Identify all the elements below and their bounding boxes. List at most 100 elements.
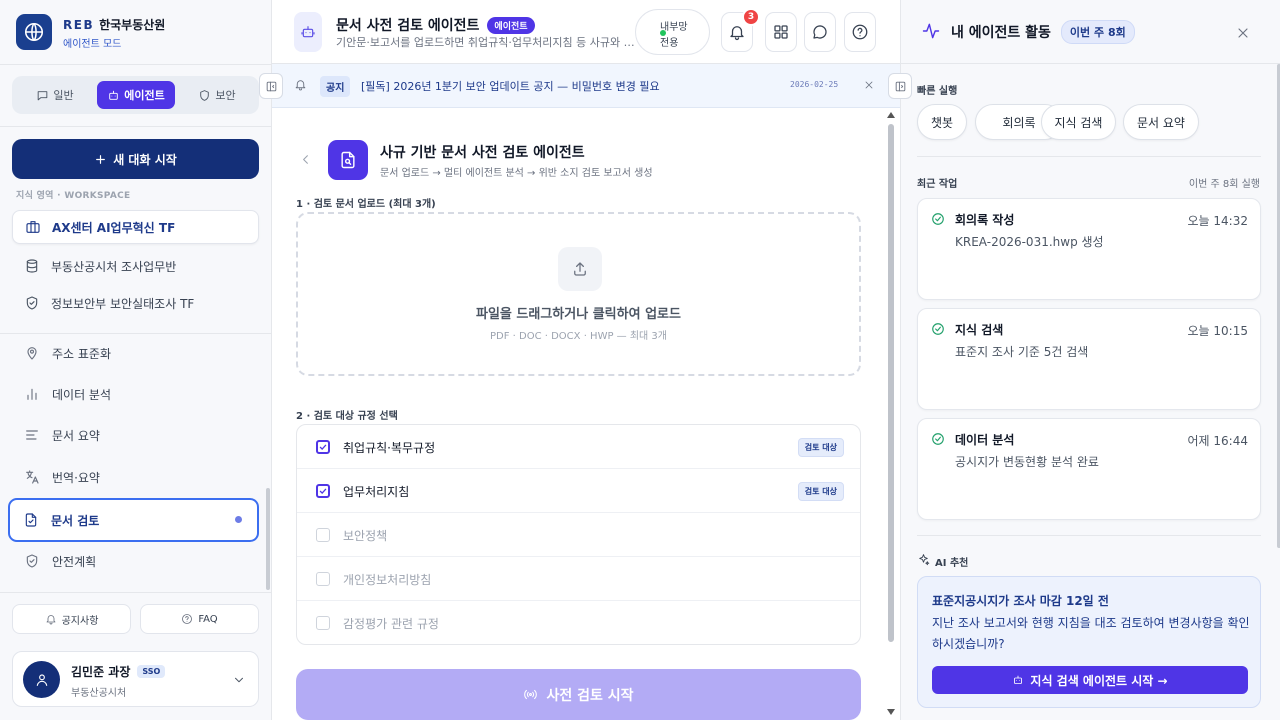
user-name-row: 김민준 과장 SSO xyxy=(71,663,166,680)
notice-date: 2026-02-25 xyxy=(790,80,839,89)
new-chat-button[interactable]: 새 대화 시작 xyxy=(12,139,259,179)
sidebar-scrollbar[interactable] xyxy=(266,488,270,590)
active-dot xyxy=(235,516,242,523)
activity-desc: 표준지 조사 기준 5건 검색 xyxy=(955,345,1089,359)
rule-item-guidelines[interactable]: 업무처리지침 검토 대상 xyxy=(297,469,860,513)
start-review-button[interactable]: 사전 검토 시작 xyxy=(296,669,861,720)
nav-item-label: 주소 표준화 xyxy=(52,346,112,361)
close-icon[interactable] xyxy=(863,79,875,91)
chat-button[interactable] xyxy=(804,12,836,52)
agent-icon-box xyxy=(294,12,322,52)
activity-card[interactable]: 지식 검색 오늘 10:15 표준지 조사 기준 5건 검색 xyxy=(917,308,1261,410)
tab-security[interactable]: 보안 xyxy=(178,81,256,109)
file-dropzone[interactable]: 파일을 드래그하거나 클릭하여 업로드 PDF · DOC · DOCX · H… xyxy=(296,212,861,376)
rule-item-privacy-policy[interactable]: 개인정보처리방침 xyxy=(297,557,860,601)
collapse-panel-button[interactable] xyxy=(888,73,912,99)
close-panel-button[interactable] xyxy=(1235,25,1251,41)
notice-text[interactable]: [필독] 2026년 1분기 보안 업데이트 공지 — 비밀번호 변경 필요 xyxy=(361,78,660,94)
divider xyxy=(917,535,1261,536)
notice-button[interactable]: 공지사항 xyxy=(12,604,131,634)
bell-icon xyxy=(46,615,56,625)
nav-item-safety-plan[interactable]: 안전계획 xyxy=(12,542,259,580)
document-search-icon-box xyxy=(328,140,368,180)
faq-button[interactable]: FAQ xyxy=(140,604,259,634)
bell-icon xyxy=(730,26,744,41)
activity-card[interactable]: 데이터 분석 어제 16:44 공시지가 변동현황 분석 완료 xyxy=(917,418,1261,520)
divider xyxy=(0,64,271,65)
main-scrollbar[interactable] xyxy=(888,124,894,642)
quick-chatbot-chip[interactable]: 챗봇 xyxy=(917,104,967,140)
rule-item-security-policy[interactable]: 보안정책 xyxy=(297,513,860,557)
rule-label: 감정평가 관련 규정 xyxy=(343,617,439,631)
check-circle-icon-wrap xyxy=(931,432,945,446)
check-circle-icon xyxy=(932,213,944,225)
quick-summary-chip[interactable]: 문서 요약 xyxy=(1123,104,1199,140)
activity-desc: 공시지가 변동현황 분석 완료 xyxy=(955,455,1099,469)
page-title: 문서 사전 검토 에이전트 에이전트 xyxy=(336,15,535,35)
help-button[interactable] xyxy=(844,12,876,52)
workspace-item-security[interactable]: 정보보안부 보안실태조사 TF xyxy=(12,286,259,320)
tab-agent-label: 에이전트 xyxy=(124,89,165,102)
workspace-item-ax[interactable]: AX센터 AI업무혁신 TF xyxy=(12,210,259,244)
rule-checkbox[interactable] xyxy=(316,484,330,498)
nav-item-data-analysis[interactable]: 데이터 분석 xyxy=(12,375,259,413)
user-org: 부동산공시처 xyxy=(71,688,127,699)
message-circle-icon xyxy=(813,25,827,39)
scroll-up-arrow[interactable] xyxy=(887,112,895,118)
header-description: 기안문·보고서를 업로드하면 취업규칙·업무처리지침 등 사규와 대조하여 위반… xyxy=(336,36,636,49)
brand-logo-text: REB xyxy=(63,18,95,32)
plus-icon xyxy=(96,154,106,164)
notice-tag: 공지 xyxy=(320,76,351,97)
rule-checkbox[interactable] xyxy=(316,528,330,542)
notice-bar: 공지 [필독] 2026년 1분기 보안 업데이트 공지 — 비밀번호 변경 필… xyxy=(272,64,900,108)
user-name: 김민준 과장 xyxy=(71,665,131,679)
sparkle-icon-wrap xyxy=(917,553,930,566)
rule-label: 업무처리지침 xyxy=(343,485,410,499)
chevron-down-icon[interactable] xyxy=(232,673,246,687)
collapse-sidebar-button[interactable] xyxy=(259,73,283,99)
rule-checkbox[interactable] xyxy=(316,616,330,630)
location-pin-icon xyxy=(27,347,37,360)
upload-icon xyxy=(574,262,586,276)
notifications-button[interactable]: 3 xyxy=(721,8,760,52)
workspace-item-survey[interactable]: 부동산공시처 조사업무반 xyxy=(12,249,259,283)
user-profile-card[interactable]: 김민준 과장 SSO 부동산공시처 xyxy=(12,651,259,707)
check-icon xyxy=(319,444,327,450)
nav-item-label: 안전계획 xyxy=(52,554,97,569)
briefcase-icon xyxy=(26,221,40,233)
help-circle-icon xyxy=(182,614,193,624)
activity-time: 어제 16:44 xyxy=(1187,434,1248,448)
agent-badge: 에이전트 xyxy=(487,16,535,34)
nav-item-translate[interactable]: 번역·요약 xyxy=(12,458,259,496)
panel-collapse-icon xyxy=(895,81,905,91)
divider xyxy=(0,126,271,127)
review-target-tag: 검토 대상 xyxy=(797,482,844,501)
notice-button-label: 공지사항 xyxy=(61,615,99,627)
recommendation-title: 표준지공시지가 조사 마감 12일 전 xyxy=(932,594,1109,608)
back-chevron-icon[interactable] xyxy=(298,152,313,167)
recent-meta: 이번 주 8회 실행 xyxy=(1188,179,1260,190)
rule-item-work-rules[interactable]: 취업규칙·복무규정 검토 대상 xyxy=(297,425,860,469)
start-knowledge-agent-button[interactable]: 지식 검색 에이전트 시작 → xyxy=(932,666,1248,694)
divider xyxy=(0,592,271,593)
quick-knowledge-chip[interactable]: 지식 검색 xyxy=(1041,104,1116,140)
tab-agent[interactable]: 에이전트 xyxy=(97,81,175,109)
activity-card[interactable]: 회의록 작성 오늘 14:32 KREA-2026-031.hwp 생성 xyxy=(917,198,1261,300)
rule-item-appraisal-rules[interactable]: 감정평가 관련 규정 xyxy=(297,601,860,644)
nav-item-label: 데이터 분석 xyxy=(52,387,112,402)
activity-title: 회의록 작성 xyxy=(955,213,1015,227)
shield-check-icon xyxy=(26,296,38,310)
nav-item-address[interactable]: 주소 표준화 xyxy=(12,334,259,372)
nav-item-summary[interactable]: 문서 요약 xyxy=(12,416,259,454)
workspace-caption: 지식 영역 · WORKSPACE xyxy=(16,191,131,201)
rule-checkbox[interactable] xyxy=(316,440,330,454)
sso-badge: SSO xyxy=(137,665,166,678)
header-title: 문서 사전 검토 에이전트 xyxy=(336,18,480,34)
rule-checkbox[interactable] xyxy=(316,572,330,586)
nav-item-document-review[interactable]: 문서 검토 xyxy=(8,498,259,542)
apps-grid-button[interactable] xyxy=(765,12,797,52)
scroll-down-arrow[interactable] xyxy=(887,709,895,715)
broadcast-icon xyxy=(524,689,538,700)
tab-general[interactable]: 일반 xyxy=(16,81,94,109)
user-icon xyxy=(36,673,47,686)
